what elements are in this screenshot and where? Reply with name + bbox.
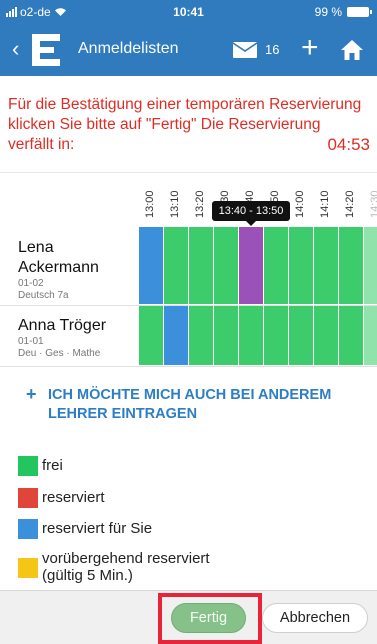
legend-label: vorübergehend reserviert (gültig 5 Min.): [42, 550, 210, 584]
slot-row: [139, 306, 377, 366]
navigation-bar: ‹ Anmeldelisten 16 +: [0, 24, 377, 76]
time-slot-green[interactable]: [189, 306, 214, 366]
battery-percent: 99 %: [314, 5, 342, 19]
legend-label: frei: [42, 457, 63, 474]
link-label: ICH MÖCHTE MICH AUCH BEI ANDEREM LEHRER …: [48, 387, 332, 422]
time-tick: 13:20: [189, 183, 214, 223]
time-tick: 14:30: [364, 183, 377, 223]
plus-icon: +: [26, 384, 37, 404]
legend-label: reserviert für Sie: [42, 520, 153, 537]
legend-item: reserviert für Sie: [18, 519, 358, 539]
add-icon[interactable]: +: [301, 32, 319, 64]
time-tick-label: 13:00: [144, 190, 156, 218]
teacher-first-name: Lena: [18, 239, 54, 256]
legend-swatch: [18, 488, 38, 508]
countdown-timer: 04:53: [327, 135, 370, 154]
time-tick: 14:00: [289, 183, 314, 223]
time-slot-blue[interactable]: [139, 227, 164, 305]
status-bar: o2-de 10:41 99 %: [0, 0, 377, 24]
time-slot-green[interactable]: [314, 306, 339, 366]
app-logo-icon[interactable]: [30, 32, 64, 68]
divider: [0, 172, 377, 173]
time-slot-green[interactable]: [214, 227, 239, 305]
highlight-box: [158, 593, 262, 644]
room-number: 01-02: [18, 278, 44, 289]
teacher-label: Lena Ackermann 01-02 Deutsch 7a: [18, 238, 99, 302]
time-slot-green[interactable]: [239, 306, 264, 366]
legend-item: frei: [18, 456, 358, 476]
notice-text: Für die Bestätigung einer temporären Res…: [8, 96, 362, 153]
slot-row: [139, 227, 377, 305]
time-tick: 14:10: [314, 183, 339, 223]
legend-swatch: [18, 519, 38, 539]
time-tick-label: 13:20: [194, 190, 206, 218]
subject: Deutsch 7a: [18, 290, 69, 301]
time-slot-green[interactable]: [289, 306, 314, 366]
time-slot-green[interactable]: [364, 227, 377, 305]
subject: Deu · Ges · Mathe: [18, 348, 101, 359]
legend-item: vorübergehend reserviert (gültig 5 Min.): [18, 550, 358, 590]
slot-tooltip: 13:40 - 13:50: [212, 201, 290, 226]
time-slot-green[interactable]: [264, 306, 289, 366]
legend-label: reserviert: [42, 489, 105, 506]
time-tick: 13:00: [139, 183, 164, 223]
legend-item: reserviert: [18, 488, 358, 508]
time-slot-green[interactable]: [339, 306, 364, 366]
time-tick-label: 14:20: [344, 190, 356, 218]
page-title: Anmeldelisten: [78, 40, 179, 57]
time-slot-green[interactable]: [139, 306, 164, 366]
battery-icon: [347, 7, 372, 17]
time-slot-green[interactable]: [314, 227, 339, 305]
home-icon[interactable]: [340, 38, 364, 62]
time-tick: 13:10: [164, 183, 189, 223]
legend-swatch: [18, 558, 38, 578]
time-tick-label: 14:00: [294, 190, 306, 218]
time-slot-green[interactable]: [164, 227, 189, 305]
time-slot-green[interactable]: [189, 227, 214, 305]
time-slot-green[interactable]: [339, 227, 364, 305]
mail-icon[interactable]: [232, 41, 258, 59]
time-tick-label: 13:10: [169, 190, 181, 218]
time-slot-green[interactable]: [289, 227, 314, 305]
teacher-label: Anna Tröger 01-01 Deu · Ges · Mathe: [18, 316, 106, 360]
time-slot-green[interactable]: [364, 306, 377, 366]
time-slot-purple[interactable]: [239, 227, 264, 305]
row-divider: [0, 366, 377, 367]
mail-count-badge: 16: [265, 42, 280, 57]
back-chevron-icon[interactable]: ‹: [12, 36, 19, 62]
time-tick: 14:20: [339, 183, 364, 223]
abbrechen-button[interactable]: Abbrechen: [262, 603, 368, 633]
reservation-notice: Für die Bestätigung einer temporären Res…: [8, 95, 370, 155]
teacher-name: Anna Tröger: [18, 317, 107, 334]
legend-swatch: [18, 456, 38, 476]
time-slot-blue[interactable]: [164, 306, 189, 366]
time-slot-green[interactable]: [214, 306, 239, 366]
time-slot-green[interactable]: [264, 227, 289, 305]
teacher-last-name: Ackermann: [18, 259, 99, 276]
room-number: 01-01: [18, 336, 44, 347]
time-tick-label: 14:30: [369, 190, 377, 218]
time-tick-label: 14:10: [319, 190, 331, 218]
